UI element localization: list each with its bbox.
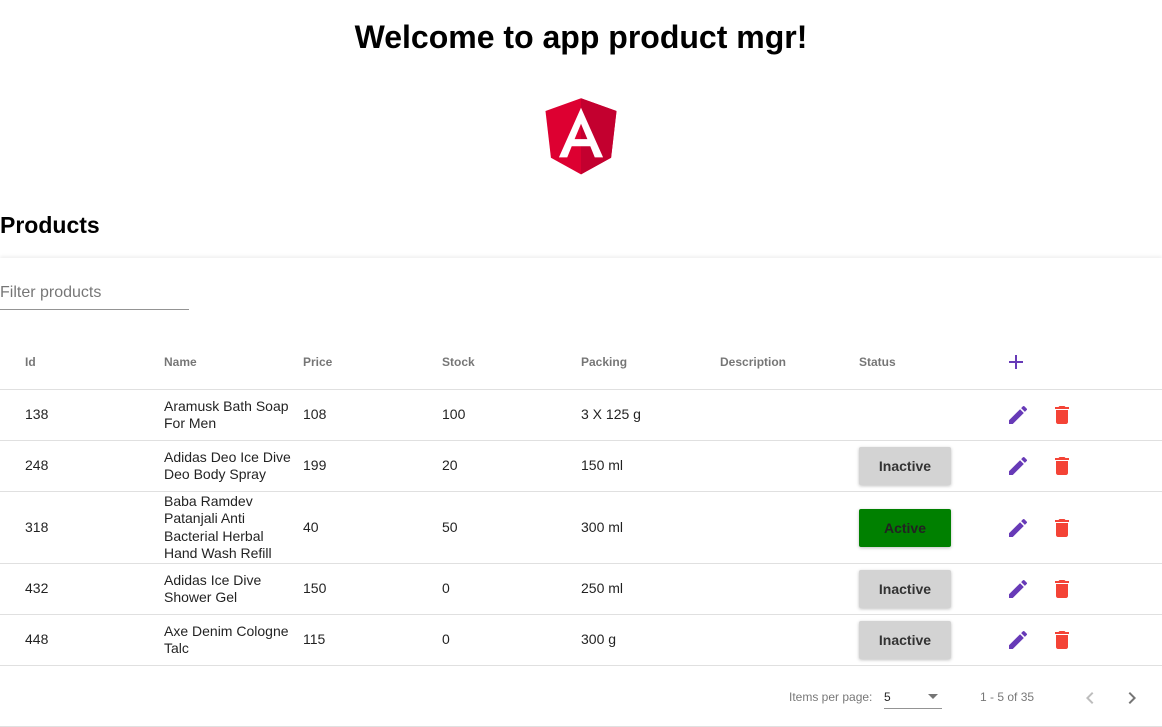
pencil-icon [1009,456,1028,475]
pencil-icon [1009,405,1028,424]
page-size-value: 5 [884,690,891,704]
cell-description [720,491,859,564]
next-page-button[interactable] [1112,678,1152,718]
cell-id: 318 [0,491,164,564]
cell-description [720,389,859,441]
welcome-heading: Welcome to app product mgr! [354,19,808,55]
table-row: 138 Aramusk Bath Soap For Men 108 100 3 … [0,389,1162,441]
column-header-id[interactable]: Id [0,334,164,390]
filter-input[interactable] [0,281,189,305]
edit-button[interactable] [998,620,1038,660]
products-title: Products [0,212,100,238]
page-size-select[interactable]: 5 [884,684,942,709]
page: Welcome to app product mgr! Products Id … [0,0,1162,727]
edit-button[interactable] [998,446,1038,486]
cell-description [720,614,859,666]
cell-actions [998,491,1162,564]
cell-price: 150 [303,563,442,615]
column-header-actions [998,334,1162,390]
status-toggle-button[interactable]: Active [859,508,951,547]
status-toggle-button[interactable]: Inactive [859,621,951,659]
cell-name: Adidas Deo Ice Dive Deo Body Spray [164,440,303,492]
trash-icon [1054,457,1069,475]
cell-status: Active [859,491,998,564]
cell-id: 432 [0,563,164,615]
cell-description [720,440,859,492]
status-toggle-button[interactable]: Inactive [859,570,951,608]
column-header-description[interactable]: Description [720,334,859,390]
table-row: 432 Adidas Ice Dive Shower Gel 150 0 250… [0,563,1162,615]
paginator: Items per page: 5 1 - 5 of 35 [0,668,1162,727]
column-header-name[interactable]: Name [164,334,303,390]
cell-stock: 50 [442,491,581,564]
delete-button[interactable] [1042,395,1082,435]
trash-icon [1054,518,1069,537]
pencil-icon [1009,518,1028,537]
cell-name: Adidas Ice Dive Shower Gel [164,563,303,615]
items-per-page-label: Items per page: [789,690,873,704]
edit-button[interactable] [998,508,1038,548]
pencil-icon [1009,630,1028,649]
cell-stock: 100 [442,389,581,441]
cell-price: 108 [303,389,442,441]
column-header-price[interactable]: Price [303,334,442,390]
table-row: 318 Baba Ramdev Patanjali Anti Bacterial… [0,491,1162,564]
status-toggle-button[interactable]: Inactive [859,447,951,485]
cell-id: 248 [0,440,164,492]
edit-button[interactable] [998,395,1038,435]
cell-packing: 150 ml [581,440,720,492]
edit-button[interactable] [998,569,1038,609]
table-row: 448 Axe Denim Cologne Talc 115 0 300 g I… [0,614,1162,666]
cell-packing: 250 ml [581,563,720,615]
chevron-left-icon [1086,692,1094,704]
delete-button[interactable] [1042,508,1082,548]
products-table: Id Name Price Stock Packing Description … [0,334,1162,666]
cell-actions [998,389,1162,441]
cell-actions [998,440,1162,492]
cell-actions [998,614,1162,666]
cell-name: Axe Denim Cologne Talc [164,614,303,666]
cell-price: 115 [303,614,442,666]
trash-icon [1054,631,1069,649]
delete-button[interactable] [1042,569,1082,609]
delete-button[interactable] [1042,620,1082,660]
cell-name: Baba Ramdev Patanjali Anti Bacterial Her… [164,491,303,564]
previous-page-button[interactable] [1070,678,1110,718]
dropdown-arrow-icon [928,694,938,699]
cell-price: 40 [303,491,442,564]
trash-icon [1054,580,1069,598]
trash-icon [1054,406,1069,424]
plus-icon [1009,354,1023,369]
page-range-label: 1 - 5 of 35 [980,690,1035,704]
cell-actions [998,563,1162,615]
cell-stock: 20 [442,440,581,492]
cell-packing: 300 ml [581,491,720,564]
cell-name: Aramusk Bath Soap For Men [164,389,303,441]
delete-button[interactable] [1042,446,1082,486]
add-product-button[interactable] [996,342,1036,382]
column-header-status[interactable]: Status [859,334,998,390]
cell-stock: 0 [442,563,581,615]
cell-packing: 300 g [581,614,720,666]
header-row: Id Name Price Stock Packing Description … [0,334,1162,390]
cell-id: 138 [0,389,164,441]
cell-status: Inactive [859,440,998,492]
column-header-stock[interactable]: Stock [442,334,581,390]
cell-status: Inactive [859,614,998,666]
cell-description [720,563,859,615]
pencil-icon [1009,579,1028,598]
cell-stock: 0 [442,614,581,666]
filter-field[interactable] [0,281,189,310]
angular-logo [545,98,617,175]
chevron-right-icon [1128,692,1136,704]
cell-packing: 3 X 125 g [581,389,720,441]
column-header-packing[interactable]: Packing [581,334,720,390]
cell-status [859,389,998,441]
cell-id: 448 [0,614,164,666]
cell-price: 199 [303,440,442,492]
cell-status: Inactive [859,563,998,615]
table-row: 248 Adidas Deo Ice Dive Deo Body Spray 1… [0,440,1162,492]
